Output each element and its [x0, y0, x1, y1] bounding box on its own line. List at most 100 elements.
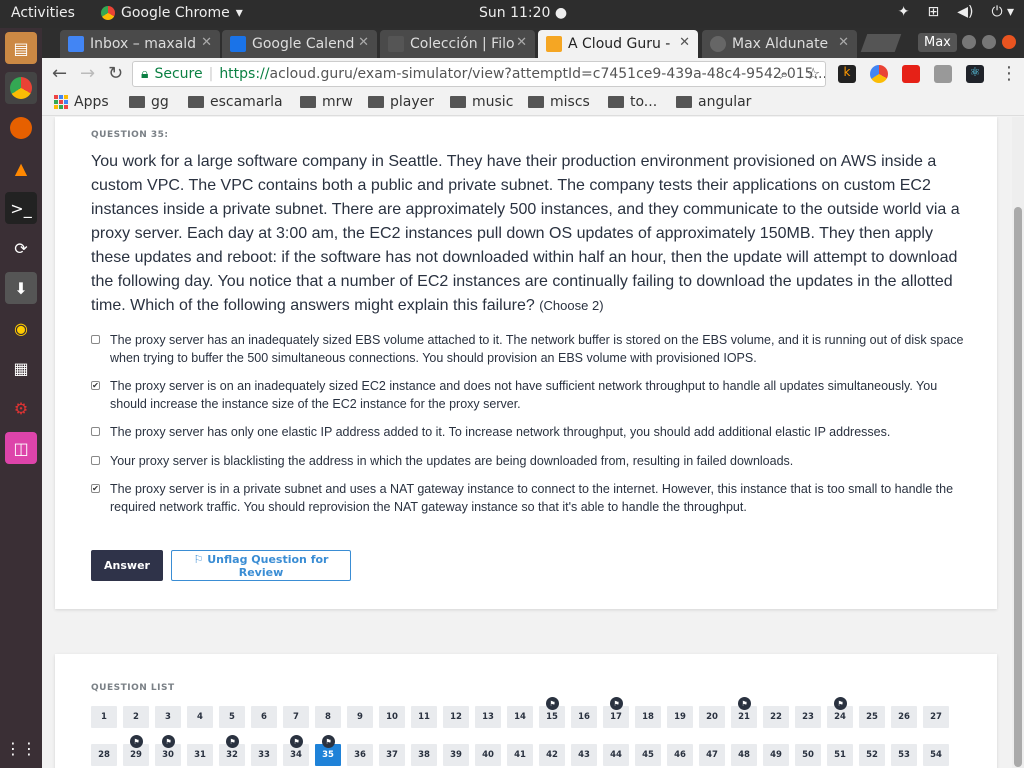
question-number-button[interactable]: 40 — [475, 744, 501, 766]
system-tray[interactable]: ✦ ⊞ ◀) ⏻ ▾ — [898, 4, 1014, 20]
option-checkbox[interactable] — [91, 456, 100, 465]
question-number-button[interactable]: 39 — [443, 744, 469, 766]
question-number-button[interactable]: 33 — [251, 744, 277, 766]
answer-option[interactable]: The proxy server has an inadequately siz… — [91, 331, 971, 367]
question-number-button[interactable]: 53 — [891, 744, 917, 766]
question-number-button[interactable]: 35 ⚑ — [315, 735, 341, 766]
question-number-button[interactable]: 3 — [155, 706, 181, 728]
network-icon[interactable]: ⊞ — [927, 4, 939, 20]
question-number-button[interactable]: 45 — [635, 744, 661, 766]
question-number-button[interactable]: 8 — [315, 706, 341, 728]
option-checkbox[interactable] — [91, 335, 100, 344]
question-number-button[interactable]: 22 — [763, 706, 789, 728]
bookmark-folder-escamarla[interactable]: escamarla — [188, 94, 283, 110]
question-number-button[interactable]: 19 — [667, 706, 693, 728]
question-number-button[interactable]: 14 — [507, 706, 533, 728]
back-icon[interactable]: ← — [52, 63, 67, 84]
question-number-button[interactable]: 23 — [795, 706, 821, 728]
bookmark-folder-to[interactable]: to... — [608, 94, 657, 110]
question-number-button[interactable]: 18 — [635, 706, 661, 728]
sync-icon[interactable]: ⟳ — [5, 232, 37, 264]
bookmark-folder-angular[interactable]: angular — [676, 94, 751, 110]
apps-bookmark[interactable]: Apps — [54, 94, 109, 110]
bookmark-folder-player[interactable]: player — [368, 94, 434, 110]
question-number-button[interactable]: 29 ⚑ — [123, 735, 149, 766]
answer-option[interactable]: The proxy server has only one elastic IP… — [91, 423, 971, 441]
question-number-button[interactable]: 30 ⚑ — [155, 735, 181, 766]
question-number-button[interactable]: 4 — [187, 706, 213, 728]
volume-icon[interactable]: ◀) — [957, 4, 973, 20]
question-number-button[interactable]: 12 — [443, 706, 469, 728]
files-icon[interactable]: ▤ — [5, 32, 37, 64]
option-checkbox[interactable]: ✔ — [91, 484, 100, 493]
question-number-button[interactable]: 10 — [379, 706, 405, 728]
transmission-icon[interactable]: ⬇ — [5, 272, 37, 304]
vlc-icon[interactable]: ▲ — [5, 152, 37, 184]
question-number-button[interactable]: 47 — [699, 744, 725, 766]
question-number-button[interactable]: 46 — [667, 744, 693, 766]
question-number-button[interactable]: 54 — [923, 744, 949, 766]
close-icon[interactable]: ✕ — [838, 35, 849, 50]
question-number-button[interactable]: 15 ⚑ — [539, 697, 565, 728]
question-number-button[interactable]: 48 — [731, 744, 757, 766]
question-number-button[interactable]: 32 ⚑ — [219, 735, 245, 766]
option-checkbox[interactable] — [91, 427, 100, 436]
color-extension-icon[interactable] — [870, 65, 888, 83]
clock[interactable]: Sun 11:20 ● — [479, 5, 567, 21]
question-number-button[interactable]: 41 — [507, 744, 533, 766]
app-launcher-icon[interactable]: ◫ — [5, 432, 37, 464]
question-number-button[interactable]: 1 — [91, 706, 117, 728]
question-number-button[interactable]: 49 — [763, 744, 789, 766]
terminal-icon[interactable]: >_ — [5, 192, 37, 224]
close-icon[interactable]: ✕ — [679, 35, 690, 50]
option-checkbox[interactable]: ✔ — [91, 381, 100, 390]
menu-icon[interactable]: ⋮ — [1000, 63, 1018, 84]
question-number-button[interactable]: 17 ⚑ — [603, 697, 629, 728]
question-number-button[interactable]: 24 ⚑ — [827, 697, 853, 728]
question-number-button[interactable]: 16 — [571, 706, 597, 728]
question-number-button[interactable]: 26 — [891, 706, 917, 728]
dropbox-icon[interactable]: ✦ — [898, 4, 910, 20]
minimize-icon[interactable] — [962, 35, 976, 49]
answer-option[interactable]: ✔ The proxy server is in a private subne… — [91, 480, 971, 516]
question-number-button[interactable]: 34 ⚑ — [283, 735, 309, 766]
bookmark-folder-mrw[interactable]: mrw — [300, 94, 353, 110]
question-number-button[interactable]: 38 — [411, 744, 437, 766]
answer-option[interactable]: ✔ The proxy server is on an inadequately… — [91, 377, 971, 413]
question-number-button[interactable]: 31 — [187, 744, 213, 766]
bookmark-folder-gg[interactable]: gg — [129, 94, 169, 110]
question-number-button[interactable]: 9 — [347, 706, 373, 728]
maximize-icon[interactable] — [982, 35, 996, 49]
new-tab-button[interactable] — [860, 34, 902, 52]
question-number-button[interactable]: 43 — [571, 744, 597, 766]
question-number-button[interactable]: 20 — [699, 706, 725, 728]
power-icon[interactable]: ⏻ ▾ — [991, 4, 1014, 20]
show-apps-icon[interactable]: ⋮⋮ — [5, 732, 37, 764]
react-devtools-icon[interactable]: ⚛ — [966, 65, 984, 83]
close-window-icon[interactable] — [1002, 35, 1016, 49]
reload-icon[interactable]: ↻ — [108, 63, 123, 84]
answer-option[interactable]: Your proxy server is blacklisting the ad… — [91, 452, 971, 470]
question-number-button[interactable]: 25 — [859, 706, 885, 728]
forward-icon[interactable]: → — [80, 63, 95, 84]
question-number-button[interactable]: 6 — [251, 706, 277, 728]
video-editor-icon[interactable]: ▦ — [5, 352, 37, 384]
question-number-button[interactable]: 2 — [123, 706, 149, 728]
answer-button[interactable]: Answer — [91, 550, 163, 581]
question-number-button[interactable]: 52 — [859, 744, 885, 766]
close-icon[interactable]: ✕ — [516, 35, 527, 50]
close-icon[interactable]: ✕ — [201, 35, 212, 50]
settings-icon[interactable]: ⚙ — [5, 392, 37, 424]
question-number-button[interactable]: 28 — [91, 744, 117, 766]
bookmark-star-icon[interactable]: ☆ — [806, 64, 820, 83]
tab-max-aldunate[interactable]: Max Aldunate ✕ — [702, 30, 857, 58]
firefox-icon[interactable] — [5, 112, 37, 144]
unflag-review-button[interactable]: ⚐ Unflag Question for Review — [171, 550, 351, 581]
question-number-button[interactable]: 11 — [411, 706, 437, 728]
chrome-launcher-icon[interactable] — [5, 72, 37, 104]
question-number-button[interactable]: 27 — [923, 706, 949, 728]
question-number-button[interactable]: 36 — [347, 744, 373, 766]
keep-extension-icon[interactable]: k — [838, 65, 856, 83]
address-bar[interactable]: 🔒︎ Secure | https:// acloud.guru/exam-si… — [132, 61, 826, 87]
close-icon[interactable]: ✕ — [358, 35, 369, 50]
